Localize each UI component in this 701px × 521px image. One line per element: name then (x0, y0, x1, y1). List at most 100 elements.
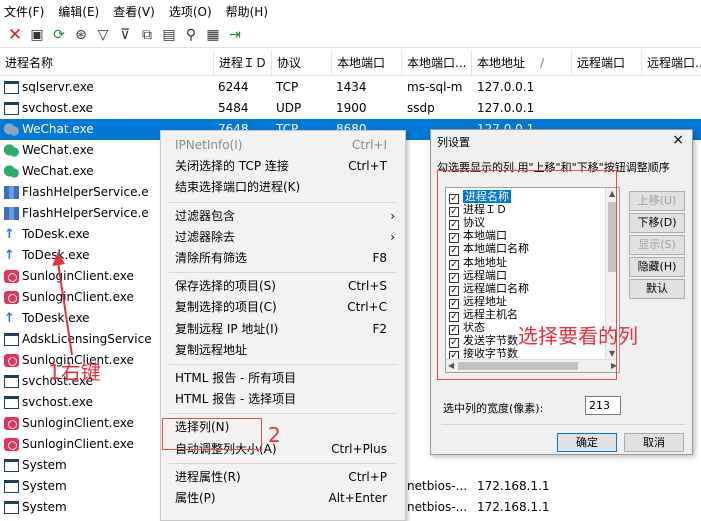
sun-app-icon (4, 354, 19, 367)
cell-pid: 5484 (218, 101, 249, 115)
cell-laddr: 127.0.0.1 (477, 80, 535, 94)
menu-view[interactable]: 查看(V) (113, 3, 155, 20)
default-button[interactable]: 默认 (629, 279, 685, 299)
cell-lname: ssdp (407, 101, 435, 115)
context-menu-item[interactable]: 复制远程 IP 地址(I) F2 (161, 319, 405, 339)
wechat-app-icon (4, 123, 19, 136)
todesk-app-icon: ↑ (4, 248, 15, 263)
context-menu-item-label: 过滤器包含 (175, 208, 236, 223)
filter-remove-icon[interactable]: ⊽ (116, 26, 134, 44)
context-menu-shortcut: F2 (372, 321, 387, 336)
column-width-label: 选中列的宽度(像素): (443, 402, 544, 415)
context-menu-item[interactable]: 复制远程地址 (161, 340, 405, 360)
context-menu-item[interactable]: 进程属性(R) Ctrl+P (161, 467, 405, 487)
menu-separator (169, 462, 397, 464)
chevron-right-icon: › (390, 229, 395, 244)
html-report-icon[interactable]: ▦ (204, 26, 222, 44)
cell-lname: ms-sql-m (407, 80, 463, 94)
cell-lport: 1434 (336, 80, 367, 94)
win-app-icon (4, 459, 19, 472)
annotation-arrow-icon (52, 252, 73, 356)
col-protocol[interactable]: 协议 (272, 50, 332, 76)
col-local-address-label: 本地地址 (477, 56, 526, 70)
menu-bar: 文件(F) 编辑(E) 查看(V) 选项(O) 帮助(H) (0, 0, 701, 22)
refresh-icon[interactable]: ⟳ (50, 26, 68, 44)
win-app-icon (4, 102, 19, 115)
cancel-button[interactable]: 取消 (624, 433, 684, 452)
context-menu-item[interactable]: 保存选择的项目(S) Ctrl+S (161, 276, 405, 296)
sun-app-icon (4, 417, 19, 430)
cell-pid: 6244 (218, 80, 249, 94)
context-menu-item-label: 复制远程 IP 地址(I) (175, 321, 279, 336)
context-menu-item-label: IPNetInfo(I) (175, 138, 243, 152)
col-remote-port[interactable]: 远程端口 (572, 50, 642, 76)
col-pid[interactable]: 进程ＩＤ (214, 50, 272, 76)
properties-icon[interactable]: ▤ (160, 26, 178, 44)
hide-button[interactable]: 隐藏(H) (629, 257, 685, 277)
context-menu-item[interactable]: HTML 报告 - 选择项目 (161, 389, 405, 409)
col-remote-port-name[interactable]: 远程端口... (642, 50, 701, 76)
context-menu-item[interactable]: 复制选择的项目(C) Ctrl+C (161, 297, 405, 317)
dialog-title: 列设置 (437, 136, 470, 149)
cell-proto: UDP (276, 101, 302, 115)
todesk-app-icon: ↑ (4, 311, 15, 326)
win-app-icon (4, 375, 19, 388)
ok-button[interactable]: 确定 (557, 433, 617, 452)
context-menu-shortcut: Ctrl+C (347, 300, 387, 315)
context-menu-shortcut: Ctrl+P (348, 469, 387, 484)
cell-laddr: 172.168.1.1 (477, 500, 550, 514)
win-app-icon (4, 81, 19, 94)
sun-app-icon (4, 438, 19, 451)
menu-separator (169, 201, 397, 203)
context-menu-shortcut: Ctrl+I (352, 138, 387, 152)
col-local-port-name[interactable]: 本地端口... (402, 50, 472, 76)
context-menu-item[interactable]: 关闭选择的 TCP 连接 Ctrl+T (161, 156, 405, 176)
flash-app-icon (4, 186, 19, 199)
exit-icon[interactable]: ⇥ (226, 26, 244, 44)
cell-lport: 1900 (336, 101, 367, 115)
menu-options[interactable]: 选项(O) (169, 3, 212, 20)
move-down-button[interactable]: 下移(D) (629, 213, 685, 233)
close-x-icon[interactable]: ✕ (6, 25, 24, 45)
context-menu-item-label: 保存选择的项目(S) (175, 279, 276, 294)
context-menu-item[interactable]: 清除所有筛选 F8 (161, 248, 405, 268)
context-menu-item[interactable]: IPNetInfo(I) Ctrl+I (161, 135, 405, 155)
menu-edit[interactable]: 编辑(E) (58, 3, 99, 20)
menu-separator (169, 364, 397, 365)
menu-file[interactable]: 文件(F) (4, 3, 44, 20)
context-menu-item-label: 进程属性(R) (175, 469, 241, 484)
menu-help[interactable]: 帮助(H) (226, 3, 268, 20)
context-menu-shortcut: Ctrl+T (348, 159, 387, 174)
cell-process-name: sqlservr.exe (22, 80, 94, 94)
show-button[interactable]: 显示(S) (629, 235, 685, 255)
column-header: 进程名称 进程ＩＤ 协议 本地端口 本地端口... 本地地址 ∕ 远程端口 远程… (0, 50, 701, 76)
win-app-icon (4, 501, 19, 514)
copy-icon[interactable]: ⧉ (138, 26, 156, 44)
cell-proto: TCP (276, 80, 299, 94)
context-menu-item-label: HTML 报告 - 所有项目 (175, 371, 297, 385)
context-menu-item-label: 清除所有筛选 (175, 251, 248, 265)
col-local-address[interactable]: 本地地址 ∕ (472, 50, 572, 76)
context-menu-shortcut: F8 (372, 251, 387, 265)
sort-indicator-icon: ∕ (540, 56, 545, 70)
col-process-name[interactable]: 进程名称 (0, 50, 214, 76)
close-icon[interactable]: × (672, 132, 684, 148)
annotation-hint: 选择要看的列 (518, 324, 638, 348)
context-menu-item[interactable]: 属性(P) Alt+Enter (161, 488, 405, 508)
context-menu-item[interactable]: 过滤器除去 › (161, 227, 405, 247)
move-up-button[interactable]: 上移(U) (629, 191, 685, 211)
table-row[interactable]: sqlservr.exe 6244 TCP 1434 ms-sql-m 127.0.0.1 (0, 77, 701, 98)
find-icon[interactable]: ⚲ (182, 26, 200, 44)
network-icon[interactable]: ⊛ (72, 26, 90, 44)
flash-app-icon (4, 207, 19, 220)
table-row[interactable]: svchost.exe 5484 UDP 1900 ssdp 127.0.0.1 (0, 98, 701, 119)
context-menu-item-label: 过滤器除去 (175, 229, 236, 244)
filter-icon[interactable]: ▽ (94, 26, 112, 44)
cell-laddr: 127.0.0.1 (477, 101, 535, 115)
context-menu-item[interactable]: 过滤器包含 › (161, 206, 405, 226)
col-local-port[interactable]: 本地端口 (332, 50, 402, 76)
column-width-input[interactable]: 213 (585, 396, 621, 415)
context-menu-item[interactable]: 结束选择端口的进程(K) (161, 177, 405, 197)
save-icon[interactable]: ▣ (28, 26, 46, 44)
context-menu-item[interactable]: HTML 报告 - 所有项目 (161, 368, 405, 388)
